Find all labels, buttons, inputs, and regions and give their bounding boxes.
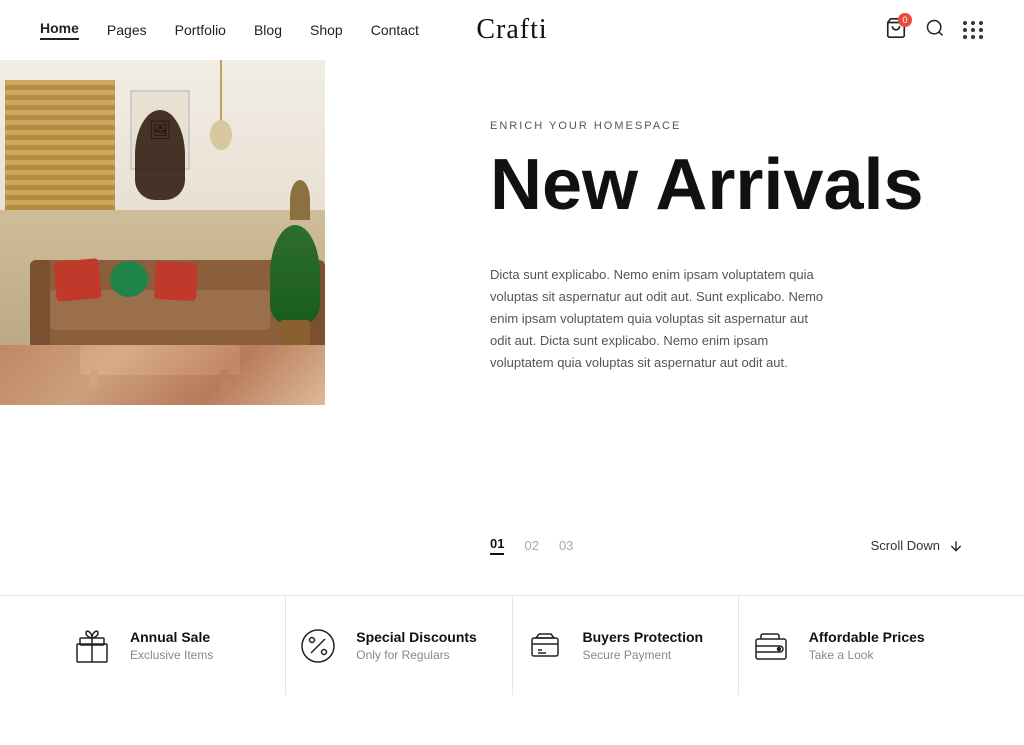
feature-protection-subtitle: Secure Payment	[583, 648, 704, 662]
hero-subtitle: ENRICH YOUR HOMESPACE	[490, 120, 964, 132]
navbar: Home Pages Portfolio Blog Shop Contact C…	[0, 0, 1024, 60]
feature-protection-title: Buyers Protection	[583, 629, 704, 645]
hero-images: 🖼	[0, 60, 410, 595]
slides-navigation: 01 02 03 Scroll Down	[490, 536, 964, 555]
slide-2[interactable]: 02	[524, 538, 538, 553]
cart-badge: 0	[898, 13, 912, 27]
nav-actions: 0	[885, 17, 984, 44]
feature-prices-text: Affordable Prices Take a Look	[809, 629, 925, 662]
feature-protection-text: Buyers Protection Secure Payment	[583, 629, 704, 662]
grid-menu-button[interactable]	[963, 21, 984, 39]
nav-portfolio[interactable]: Portfolio	[175, 22, 226, 38]
wallet-icon	[749, 624, 793, 668]
percent-icon	[296, 624, 340, 668]
nav-contact[interactable]: Contact	[371, 22, 419, 38]
feature-discounts-title: Special Discounts	[356, 629, 477, 645]
feature-prices: Affordable Prices Take a Look	[739, 596, 964, 695]
feature-discounts-subtitle: Only for Regulars	[356, 648, 477, 662]
slide-3[interactable]: 03	[559, 538, 573, 553]
feature-discounts: Special Discounts Only for Regulars	[286, 596, 512, 695]
scroll-down-icon	[948, 538, 964, 554]
site-logo[interactable]: Crafti	[476, 14, 547, 46]
feature-annual-sale-subtitle: Exclusive Items	[130, 648, 213, 662]
hero-title: New Arrivals	[490, 148, 964, 224]
slide-1[interactable]: 01	[490, 536, 504, 555]
gift-icon	[70, 624, 114, 668]
feature-annual-sale-text: Annual Sale Exclusive Items	[130, 629, 213, 662]
feature-annual-sale-title: Annual Sale	[130, 629, 213, 645]
scroll-down-button[interactable]: Scroll Down	[871, 538, 964, 554]
nav-home[interactable]: Home	[40, 20, 79, 40]
nav-blog[interactable]: Blog	[254, 22, 282, 38]
hero-text: ENRICH YOUR HOMESPACE New Arrivals Dicta…	[410, 60, 1024, 595]
nav-pages[interactable]: Pages	[107, 22, 147, 38]
feature-protection: Buyers Protection Secure Payment	[513, 596, 739, 695]
search-button[interactable]	[925, 18, 945, 43]
hero-section: 🖼	[0, 60, 1024, 595]
shield-payment-icon	[523, 624, 567, 668]
feature-discounts-text: Special Discounts Only for Regulars	[356, 629, 477, 662]
cart-button[interactable]: 0	[885, 17, 907, 44]
nav-shop[interactable]: Shop	[310, 22, 343, 38]
hero-description: Dicta sunt explicabo. Nemo enim ipsam vo…	[490, 264, 830, 374]
nav-links: Home Pages Portfolio Blog Shop Contact	[40, 20, 419, 40]
features-bar: Annual Sale Exclusive Items Special Disc…	[0, 595, 1024, 695]
feature-prices-subtitle: Take a Look	[809, 648, 925, 662]
feature-annual-sale: Annual Sale Exclusive Items	[60, 596, 286, 695]
feature-prices-title: Affordable Prices	[809, 629, 925, 645]
